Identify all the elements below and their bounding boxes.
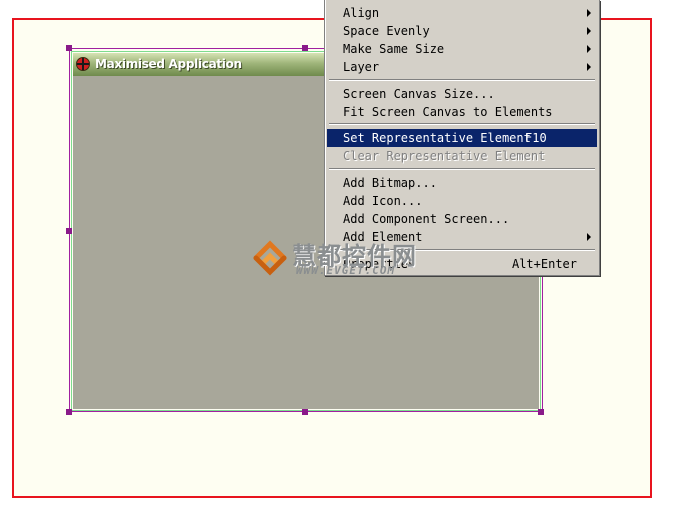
submenu-arrow-icon — [587, 233, 591, 241]
resize-handle-bottom-left[interactable] — [66, 409, 72, 415]
menu-item-layer[interactable]: Layer — [327, 58, 597, 76]
menu-item-fit-screen-canvas[interactable]: Fit Screen Canvas to Elements — [327, 103, 597, 121]
window-title: Maximised Application — [95, 57, 242, 71]
menu-item-clear-representative-element: Clear Representative Element — [343, 149, 546, 163]
application-icon — [76, 57, 90, 71]
menu-separator — [329, 123, 595, 125]
menu-item-add-component-screen[interactable]: Add Component Screen... — [327, 210, 597, 228]
menu-shortcut: Alt+Enter — [511, 257, 577, 271]
watermark-url: WWW.EVGET.COM — [296, 264, 396, 277]
menu-separator — [329, 79, 595, 81]
menu-separator — [329, 168, 595, 170]
menu-item-add-icon[interactable]: Add Icon... — [327, 192, 597, 210]
resize-handle-bottom-right[interactable] — [538, 409, 544, 415]
menu-item-add-bitmap[interactable]: Add Bitmap... — [327, 174, 597, 192]
menu-item-space-evenly[interactable]: Space Evenly — [327, 22, 597, 40]
menu-item-align[interactable]: Align — [327, 4, 597, 22]
menu-shortcut: F10 — [525, 131, 547, 145]
watermark-logo-icon — [253, 240, 287, 276]
submenu-arrow-icon — [587, 45, 591, 53]
menu-item-screen-canvas-size[interactable]: Screen Canvas Size... — [327, 85, 597, 103]
menu-item-make-same-size[interactable]: Make Same Size — [327, 40, 597, 58]
resize-handle-bottom-center[interactable] — [302, 409, 308, 415]
resize-handle-middle-left[interactable] — [66, 228, 72, 234]
resize-handle-top-center[interactable] — [302, 45, 308, 51]
watermark: 慧都控件网 WWW.EVGET.COM — [250, 234, 440, 280]
resize-handle-top-left[interactable] — [66, 45, 72, 51]
submenu-arrow-icon — [587, 9, 591, 17]
submenu-arrow-icon — [587, 63, 591, 71]
menu-item-set-representative-element[interactable]: Set Representative Element F10 — [327, 129, 597, 147]
submenu-arrow-icon — [587, 27, 591, 35]
